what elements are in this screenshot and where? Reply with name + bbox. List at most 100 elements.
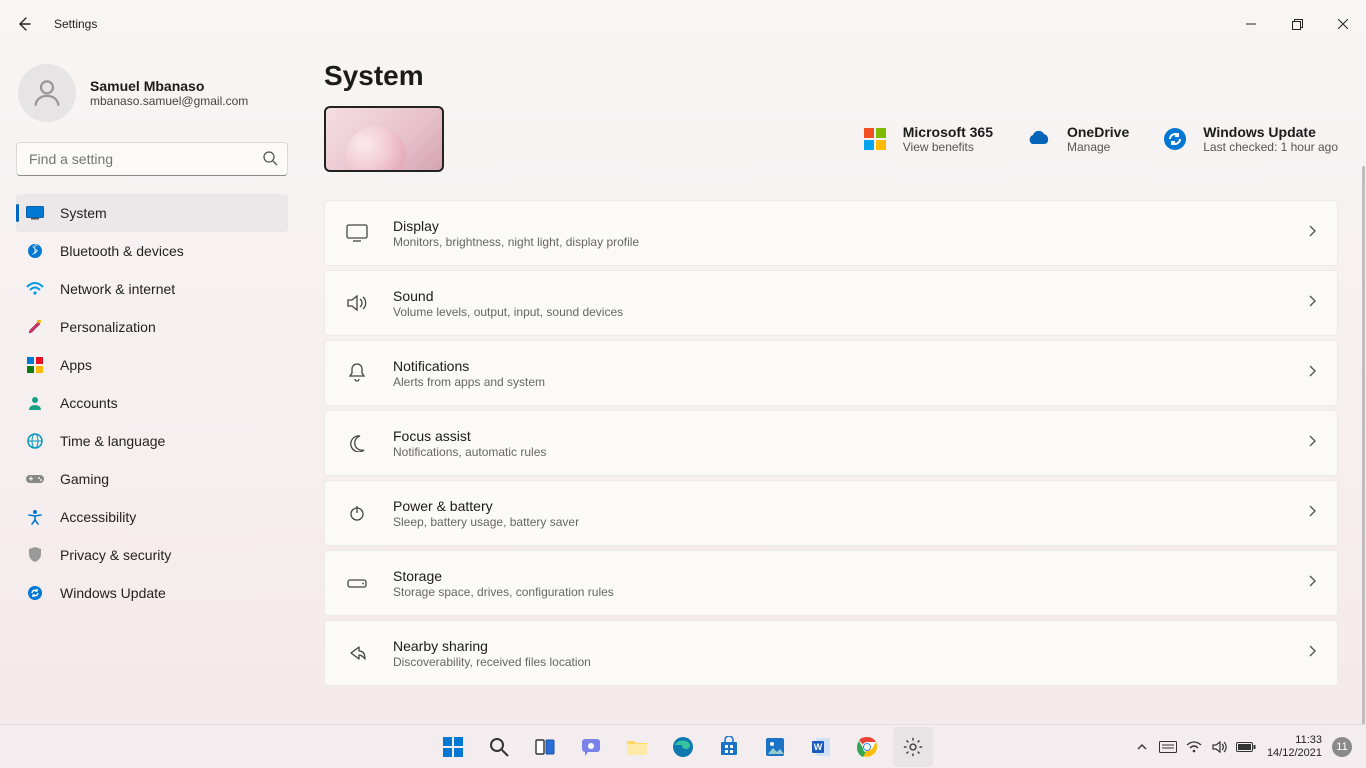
windows-icon xyxy=(441,735,465,759)
taskbar-store[interactable] xyxy=(709,727,749,767)
taskbar-chat[interactable] xyxy=(571,727,611,767)
card-sub: Volume levels, output, input, sound devi… xyxy=(393,305,1307,319)
chrome-icon xyxy=(856,736,878,758)
taskbar-settings[interactable] xyxy=(893,727,933,767)
moon-icon xyxy=(345,434,369,452)
taskbar-word[interactable]: W xyxy=(801,727,841,767)
back-button[interactable] xyxy=(12,12,36,36)
tile-microsoft365[interactable]: Microsoft 365View benefits xyxy=(861,124,993,154)
wifi-tray-icon xyxy=(1186,741,1202,753)
update-icon xyxy=(26,584,44,602)
tile-windows-update[interactable]: Windows UpdateLast checked: 1 hour ago xyxy=(1161,124,1338,154)
nav-label: Accessibility xyxy=(60,509,136,525)
card-sub: Alerts from apps and system xyxy=(393,375,1307,389)
clock-date: 14/12/2021 xyxy=(1267,747,1322,760)
taskbar-clock[interactable]: 11:33 14/12/2021 xyxy=(1267,734,1322,760)
volume-icon xyxy=(1212,740,1228,754)
nav-privacy[interactable]: Privacy & security xyxy=(16,536,288,574)
taskbar-explorer[interactable] xyxy=(617,727,657,767)
taskbar-pinned-app-1[interactable] xyxy=(755,727,795,767)
taskbar-chrome[interactable] xyxy=(847,727,887,767)
tile-title: Windows Update xyxy=(1203,124,1338,140)
chevron-right-icon xyxy=(1307,294,1317,313)
tile-sub: View benefits xyxy=(903,140,993,154)
globe-icon xyxy=(26,432,44,450)
tray-battery[interactable] xyxy=(1235,727,1257,767)
nav-gaming[interactable]: Gaming xyxy=(16,460,288,498)
brush-icon xyxy=(26,318,44,336)
main-panel: System Microsoft 365View benefits OneDri… xyxy=(300,48,1366,724)
power-icon xyxy=(345,504,369,522)
tile-onedrive[interactable]: OneDriveManage xyxy=(1025,124,1129,154)
card-title: Notifications xyxy=(393,358,1307,374)
user-block[interactable]: Samuel Mbanaso mbanaso.samuel@gmail.com xyxy=(16,64,288,122)
nav-label: Privacy & security xyxy=(60,547,171,563)
person-icon xyxy=(30,76,64,110)
nav-time[interactable]: Time & language xyxy=(16,422,288,460)
nav-label: Personalization xyxy=(60,319,156,335)
chevron-right-icon xyxy=(1307,364,1317,383)
nav-accounts[interactable]: Accounts xyxy=(16,384,288,422)
taskbar: W 11:33 14/12/2021 11 xyxy=(0,724,1366,768)
tray-volume[interactable] xyxy=(1209,727,1231,767)
card-title: Power & battery xyxy=(393,498,1307,514)
page-title: System xyxy=(324,60,1338,92)
start-button[interactable] xyxy=(433,727,473,767)
card-nearby-sharing[interactable]: Nearby sharingDiscoverability, received … xyxy=(324,620,1338,686)
avatar xyxy=(18,64,76,122)
card-display[interactable]: DisplayMonitors, brightness, night light… xyxy=(324,200,1338,266)
card-sound[interactable]: SoundVolume levels, output, input, sound… xyxy=(324,270,1338,336)
card-focus-assist[interactable]: Focus assistNotifications, automatic rul… xyxy=(324,410,1338,476)
chevron-right-icon xyxy=(1307,504,1317,523)
chevron-right-icon xyxy=(1307,644,1317,663)
taskbar-search[interactable] xyxy=(479,727,519,767)
cards-list: DisplayMonitors, brightness, night light… xyxy=(324,200,1338,686)
card-sub: Discoverability, received files location xyxy=(393,655,1307,669)
card-storage[interactable]: StorageStorage space, drives, configurat… xyxy=(324,550,1338,616)
apps-icon xyxy=(26,356,44,374)
update-circle-icon xyxy=(1161,125,1189,153)
card-title: Display xyxy=(393,218,1307,234)
nav-label: Windows Update xyxy=(60,585,166,601)
nav-accessibility[interactable]: Accessibility xyxy=(16,498,288,536)
taskview-icon xyxy=(534,736,556,758)
nav-windows-update[interactable]: Windows Update xyxy=(16,574,288,612)
card-sub: Notifications, automatic rules xyxy=(393,445,1307,459)
search-icon xyxy=(262,150,278,171)
gamepad-icon xyxy=(26,470,44,488)
tray-keyboard[interactable] xyxy=(1157,727,1179,767)
nav-personalization[interactable]: Personalization xyxy=(16,308,288,346)
task-view[interactable] xyxy=(525,727,565,767)
tray-chevron-up[interactable] xyxy=(1131,727,1153,767)
search-input[interactable] xyxy=(16,142,288,176)
back-arrow-icon xyxy=(16,16,32,32)
display-icon xyxy=(345,224,369,242)
nav-list: System Bluetooth & devices Network & int… xyxy=(16,194,288,612)
word-icon: W xyxy=(810,736,832,758)
close-button[interactable] xyxy=(1320,8,1366,40)
pc-thumbnail[interactable] xyxy=(324,106,444,172)
nav-system[interactable]: System xyxy=(16,194,288,232)
minimize-button[interactable] xyxy=(1228,8,1274,40)
tray-wifi[interactable] xyxy=(1183,727,1205,767)
taskbar-notifications[interactable]: 11 xyxy=(1332,737,1352,757)
edge-icon xyxy=(671,735,695,759)
taskbar-edge[interactable] xyxy=(663,727,703,767)
card-notifications[interactable]: NotificationsAlerts from apps and system xyxy=(324,340,1338,406)
maximize-button[interactable] xyxy=(1274,8,1320,40)
tile-sub: Manage xyxy=(1067,140,1129,154)
nav-label: Gaming xyxy=(60,471,109,487)
chevron-right-icon xyxy=(1307,224,1317,243)
card-power[interactable]: Power & batterySleep, battery usage, bat… xyxy=(324,480,1338,546)
app-title: Settings xyxy=(54,17,97,31)
wifi-icon xyxy=(26,280,44,298)
card-title: Focus assist xyxy=(393,428,1307,444)
nav-network[interactable]: Network & internet xyxy=(16,270,288,308)
chat-icon xyxy=(580,736,602,758)
scrollbar-thumb[interactable] xyxy=(1362,166,1365,724)
nav-apps[interactable]: Apps xyxy=(16,346,288,384)
nav-bluetooth[interactable]: Bluetooth & devices xyxy=(16,232,288,270)
battery-icon xyxy=(1236,741,1256,753)
accessibility-icon xyxy=(26,508,44,526)
bell-icon xyxy=(345,363,369,383)
